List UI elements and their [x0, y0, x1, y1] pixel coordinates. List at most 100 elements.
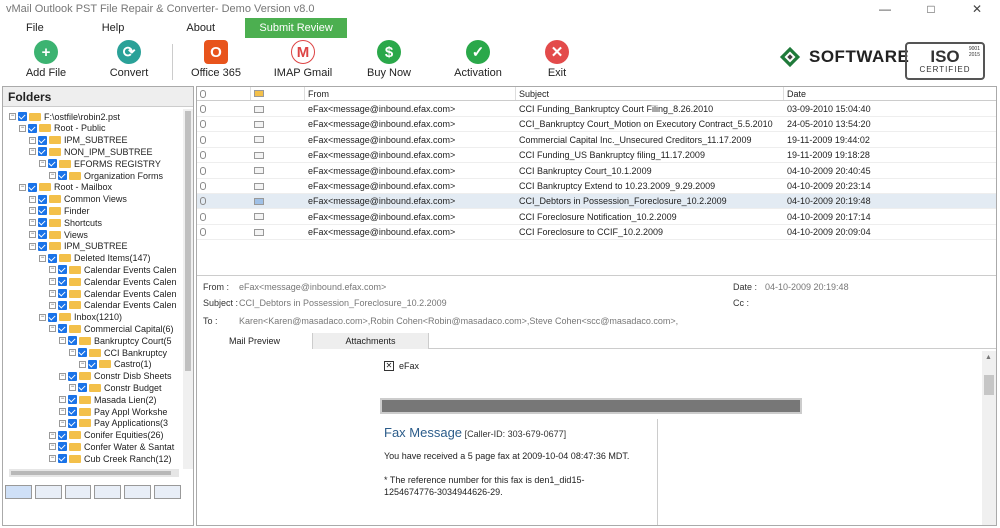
folder-checkbox[interactable] — [28, 182, 37, 192]
expand-collapse-icon[interactable]: − — [49, 172, 56, 179]
folder-tree-item[interactable]: − Finder — [29, 205, 90, 216]
menu-help[interactable]: Help — [90, 18, 137, 38]
folder-tree-item[interactable]: − Pay Appl Workshe — [59, 406, 167, 417]
expand-collapse-icon[interactable]: − — [69, 384, 76, 392]
activation-button[interactable]: ✓ Activation — [438, 40, 518, 79]
folder-checkbox[interactable] — [18, 112, 27, 121]
expand-collapse-icon[interactable]: − — [19, 124, 26, 132]
folder-tree-item[interactable]: − CCI Bankruptcy — [69, 347, 167, 358]
folder-checkbox[interactable] — [58, 289, 67, 298]
expand-collapse-icon[interactable]: − — [59, 419, 66, 427]
table-row[interactable]: eFax<message@inbound.efax.com> CCI Fundin… — [197, 148, 996, 164]
folder-tree-item[interactable]: − Cub Creek Ranch(12) — [49, 453, 172, 464]
table-row[interactable]: eFax<message@inbound.efax.com> CCI Forecl… — [197, 210, 996, 225]
table-row[interactable]: eFax<message@inbound.efax.com> CCI Bankru… — [197, 164, 996, 179]
folder-tree-item[interactable]: − Pay Applications(3 — [59, 418, 168, 429]
folder-checkbox[interactable] — [58, 454, 67, 464]
folder-tree-item[interactable]: − Calendar Events Calen — [49, 300, 177, 311]
expand-collapse-icon[interactable]: − — [29, 136, 36, 144]
table-row[interactable]: eFax<message@inbound.efax.com> Commercial… — [197, 133, 996, 148]
expand-collapse-icon[interactable]: − — [39, 254, 46, 262]
expand-collapse-icon[interactable]: − — [29, 195, 36, 203]
folder-checkbox[interactable] — [38, 230, 47, 239]
folder-tree-scrollbar[interactable] — [183, 109, 193, 469]
folder-tree-item[interactable]: − NON_IPM_SUBTREE — [29, 146, 153, 157]
exit-button[interactable]: ✕ Exit — [517, 40, 597, 79]
folder-checkbox[interactable] — [38, 147, 47, 157]
close-button[interactable]: ✕ — [954, 0, 1000, 18]
tab-attachments[interactable]: Attachments — [313, 333, 429, 349]
expand-collapse-icon[interactable]: − — [29, 207, 36, 215]
folder-tree-item[interactable]: − Castro(1) — [79, 359, 152, 370]
folder-tree-item[interactable]: − F:\ostfile\robin2.pst — [9, 111, 120, 122]
hscrollbar-thumb[interactable] — [11, 471, 171, 475]
expand-collapse-icon[interactable]: − — [59, 396, 66, 404]
folder-tree-item[interactable]: − Calendar Events Calen — [49, 264, 177, 275]
folder-checkbox[interactable] — [68, 407, 77, 416]
buy-now-button[interactable]: $ Buy Now — [349, 40, 429, 79]
table-row[interactable]: eFax<message@inbound.efax.com> CCI Forecl… — [197, 225, 996, 241]
expand-collapse-icon[interactable]: − — [29, 219, 36, 227]
folder-tree-item[interactable]: − Deleted Items(147) — [39, 253, 151, 264]
folder-tree-item[interactable]: − Calendar Events Calen — [49, 288, 177, 299]
folder-tree-item[interactable]: − Confer Water & Santat — [49, 441, 174, 452]
folder-checkbox[interactable] — [78, 383, 87, 393]
folder-tree-item[interactable]: − EFORMS REGISTRY — [39, 158, 161, 169]
submit-review-button[interactable]: Submit Review — [245, 18, 348, 38]
contacts-view-icon[interactable] — [34, 485, 62, 499]
preview-scrollbar[interactable]: ▲ — [982, 351, 996, 525]
folder-tree-item[interactable]: − Commercial Capital(6) — [49, 323, 174, 334]
folder-checkbox[interactable] — [78, 348, 87, 357]
folder-tree-item[interactable]: − Root - Mailbox — [19, 182, 112, 193]
folder-tree-hscrollbar[interactable] — [9, 469, 179, 477]
menu-file[interactable]: File — [14, 18, 56, 38]
expand-collapse-icon[interactable]: − — [59, 372, 66, 380]
minimize-button[interactable]: — — [862, 0, 908, 18]
folder-checkbox[interactable] — [38, 135, 47, 145]
imap-gmail-button[interactable]: M IMAP Gmail — [263, 40, 343, 79]
folder-checkbox[interactable] — [38, 241, 47, 251]
folder-tree-item[interactable]: − Constr Budget — [69, 382, 162, 393]
calendar-view-icon[interactable] — [64, 485, 92, 499]
folder-tree-item[interactable]: − Shortcuts — [29, 217, 102, 228]
folder-checkbox[interactable] — [88, 359, 97, 369]
folder-tree-item[interactable]: − Organization Forms — [49, 170, 163, 181]
expand-collapse-icon[interactable]: − — [79, 360, 86, 368]
folder-tree-item[interactable]: − IPM_SUBTREE — [29, 241, 128, 252]
folder-checkbox[interactable] — [58, 171, 67, 180]
folder-checkbox[interactable] — [68, 336, 77, 346]
scrollbar-thumb[interactable] — [185, 111, 191, 371]
folder-tree-item[interactable]: − Views — [29, 229, 88, 240]
menu-about[interactable]: About — [174, 18, 227, 38]
folder-checkbox[interactable] — [38, 194, 47, 204]
expand-collapse-icon[interactable]: − — [49, 431, 56, 439]
expand-collapse-icon[interactable]: − — [39, 160, 46, 168]
folder-checkbox[interactable] — [38, 218, 47, 228]
expand-collapse-icon[interactable]: − — [49, 278, 56, 286]
journal-view-icon[interactable] — [124, 485, 152, 499]
expand-collapse-icon[interactable]: − — [29, 148, 36, 156]
folder-tree-item[interactable]: − Constr Disb Sheets — [59, 371, 172, 382]
folder-tree-item[interactable]: − Calendar Events Calen — [49, 276, 177, 287]
folder-tree-item[interactable]: − Conifer Equities(26) — [49, 430, 164, 441]
expand-collapse-icon[interactable]: − — [49, 455, 56, 463]
table-row[interactable]: eFax<message@inbound.efax.com> CCI Fundin… — [197, 102, 996, 117]
maximize-button[interactable]: □ — [908, 0, 954, 18]
folder-checkbox[interactable] — [58, 277, 67, 287]
folder-checkbox[interactable] — [48, 312, 57, 322]
folder-tree-item[interactable]: − Root - Public — [19, 123, 106, 134]
expand-collapse-icon[interactable]: − — [49, 301, 56, 309]
expand-collapse-icon[interactable]: − — [59, 408, 66, 415]
expand-collapse-icon[interactable]: − — [39, 313, 46, 321]
date-col-header[interactable]: Date — [784, 87, 996, 100]
scroll-up-icon[interactable]: ▲ — [985, 354, 992, 361]
convert-button[interactable]: ⟳ Convert — [89, 40, 169, 79]
expand-collapse-icon[interactable]: − — [59, 337, 66, 345]
folder-checkbox[interactable] — [48, 253, 57, 263]
expand-collapse-icon[interactable]: − — [49, 443, 56, 451]
expand-collapse-icon[interactable]: − — [29, 231, 36, 238]
preview-scrollbar-thumb[interactable] — [984, 375, 994, 395]
expand-collapse-icon[interactable]: − — [9, 113, 16, 120]
type-col-header[interactable] — [251, 87, 305, 100]
folder-tree-item[interactable]: − Inbox(1210) — [39, 312, 122, 323]
